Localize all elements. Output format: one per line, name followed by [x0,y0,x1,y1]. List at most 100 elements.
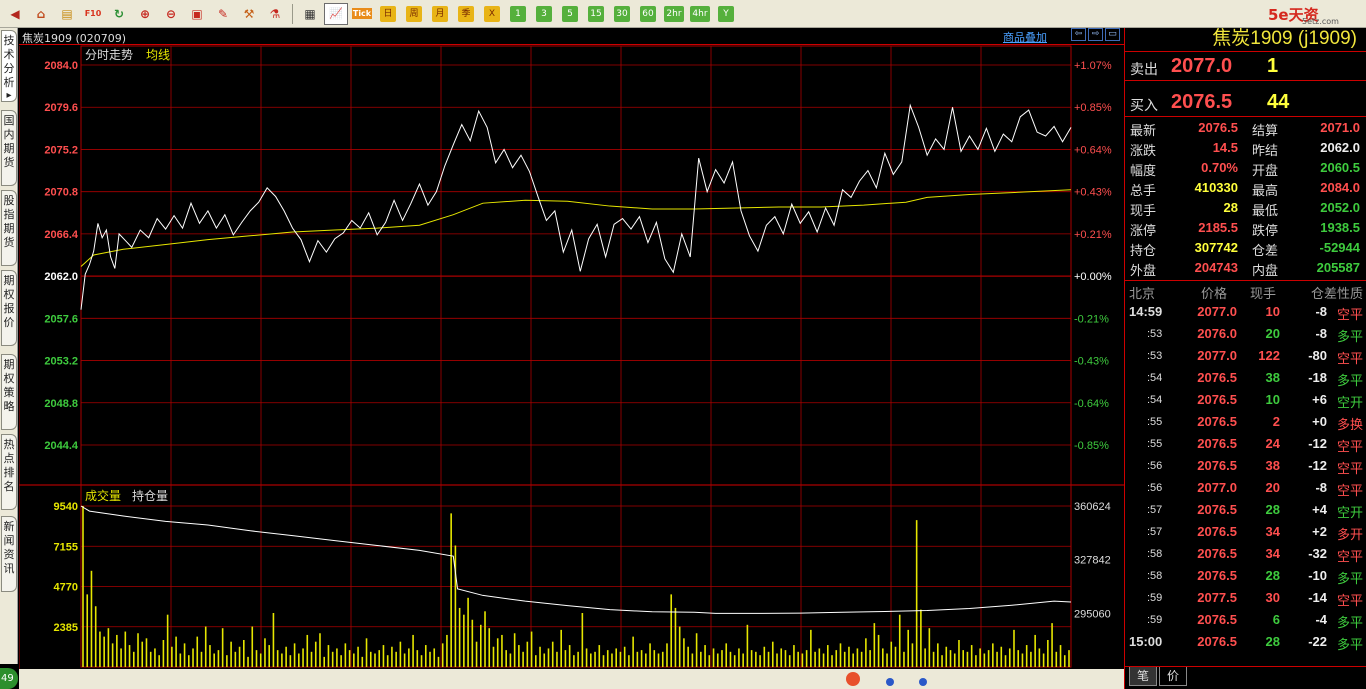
chart-view-button[interactable]: 📈 [324,2,348,25]
tick-row[interactable]: :55 2076.5 2 +0 多换 [1125,412,1366,434]
pct-tick-label: +0.64% [1074,144,1112,156]
period-30-button[interactable]: 30 [610,3,634,25]
tick-volume: 20 [1265,480,1280,495]
quote-panel: 焦炭1909 (j1909) 卖出 2077.0 1 买入 2076.5 44 … [1124,28,1366,689]
table-view-icon: ▦ [304,6,316,21]
period-3-button[interactable]: 3 [532,3,556,25]
stat-label: 总手 [1130,183,1157,198]
tick-nature: 空平 [1336,461,1363,476]
period-15-button[interactable]: 15 [584,3,608,25]
price-tick-label: 2084.0 [44,60,78,72]
filter-button[interactable]: ⚗ [263,3,287,25]
tick-oi-change: +2 [1312,524,1327,539]
intraday-chart[interactable]: 焦炭1909 (020709) 商品叠加 ⇦ ⇨ ▭ 2084.0 +1.07% 2… [19,28,1124,669]
tick-row[interactable]: :53 2076.0 20 -8 多平 [1125,324,1366,346]
f10-button[interactable]: F10 [81,3,105,25]
status-icon-blue-2[interactable] [919,678,927,686]
table-view-button[interactable]: ▦ [298,3,322,25]
tick-row[interactable]: :56 2077.0 20 -8 空平 [1125,478,1366,500]
tick-row[interactable]: :55 2076.5 24 -12 空平 [1125,434,1366,456]
period-5-button[interactable]: 5 [558,3,582,25]
zoom-in-button[interactable]: ⊕ [133,3,157,25]
tick-row[interactable]: :57 2076.5 28 +4 空开 [1125,500,1366,522]
back-button[interactable]: ◀ [3,3,27,25]
tick-price: 2076.5 [1197,524,1237,539]
tick-row[interactable]: :58 2076.5 34 -32 空平 [1125,544,1366,566]
chart-canvas: 2084.0 +1.07% 2079.6 +0.85% 2075.2 +0.64% 2070… [19,45,1124,669]
tick-nature: 多平 [1336,373,1363,388]
tick-time: :58 [1147,570,1163,582]
stat-value: 205587 [1316,260,1360,275]
period-chip: X [484,5,500,22]
tick-row[interactable]: :57 2076.5 34 +2 多开 [1125,522,1366,544]
tick-row[interactable]: :58 2076.5 28 -10 多平 [1125,566,1366,588]
period-日-button[interactable]: 日 [376,3,400,25]
period-周-button[interactable]: 周 [402,3,426,25]
tick-row[interactable]: 14:59 2077.0 10 -8 空平 [1125,302,1366,324]
tick-row[interactable]: :59 2076.5 6 -4 多平 [1125,610,1366,632]
tick-time: :56 [1147,460,1163,472]
ticks-tab-0[interactable]: 笔 [1129,667,1157,686]
layers-button[interactable]: ▤ [55,3,79,25]
tick-price: 2076.5 [1197,436,1237,451]
home-button[interactable]: ⌂ [29,3,53,25]
tick-volume: 10 [1265,392,1280,407]
side-tab-0[interactable]: 技术分析 ▸ [1,30,17,102]
pct-tick-label: +0.21% [1074,229,1112,241]
tools-button[interactable]: ⚒ [237,3,261,25]
tick-row[interactable]: 15:00 2076.5 28 -22 多平 [1125,632,1366,654]
tick-price: 2077.0 [1197,304,1237,319]
pct-tick-label: +0.85% [1074,102,1112,114]
price-tick-label: 2066.4 [44,229,79,241]
tick-volume: 28 [1265,634,1280,649]
windows-button[interactable]: ▣ [185,3,209,25]
side-tab-1[interactable]: 国内期货 [1,110,17,186]
tick-row[interactable]: :53 2077.0 122 -80 空平 [1125,346,1366,368]
period-月-button[interactable]: 月 [428,3,452,25]
period-X-button[interactable]: X [480,3,504,25]
ticks-tab-1[interactable]: 价 [1159,667,1187,686]
status-icon-orange[interactable] [846,672,860,686]
tick-oi-change: -8 [1315,326,1327,341]
stat-value: 0.70% [1201,160,1238,175]
draw-pen-button[interactable]: ✎ [211,3,235,25]
ticks-header-price: 价格 [1201,286,1228,301]
period-季-button[interactable]: 季 [454,3,478,25]
period-4hr-button[interactable]: 4hr [688,3,712,25]
volume-tick-label: 4770 [54,582,78,594]
zoom-out-button[interactable]: ⊖ [159,3,183,25]
filter-icon: ⚗ [269,6,281,21]
tick-price: 2076.0 [1197,326,1237,341]
side-tab-5[interactable]: 热点排名 [1,434,17,510]
quote-stat-row: 幅度 0.70% 开盘 2060.5 [1125,159,1366,179]
tick-row[interactable]: :54 2076.5 38 -18 多平 [1125,368,1366,390]
tick-price: 2077.0 [1197,480,1237,495]
period-1-button[interactable]: 1 [506,3,530,25]
period-60-button[interactable]: 60 [636,3,660,25]
tick-volume: 2 [1272,414,1280,429]
tick-oi-change: -12 [1308,436,1327,451]
tick-row[interactable]: :56 2076.5 38 -12 空平 [1125,456,1366,478]
side-tab-2[interactable]: 股指期货 [1,190,17,266]
refresh-button[interactable]: ↻ [107,3,131,25]
side-tab-label: 国内期货 [3,114,15,169]
tick-row[interactable]: :59 2077.5 30 -14 空平 [1125,588,1366,610]
tick-time: :55 [1147,438,1163,450]
avg-line-label: 均线 [146,48,170,62]
tick-oi-change: +0 [1312,414,1327,429]
side-tab-6[interactable]: 新闻资讯 [1,516,17,592]
tick-nature: 多平 [1336,329,1363,344]
tick-button[interactable]: Tick [350,3,374,25]
period-chip: 30 [614,5,630,22]
volume-tick-label: 7155 [54,541,78,553]
draw-pen-icon: ✎ [217,6,229,21]
period-Y-button[interactable]: Y [714,3,738,25]
stat-label: 仓差 [1252,243,1279,258]
side-tab-4[interactable]: 期权策略 [1,354,17,430]
period-2hr-button[interactable]: 2hr [662,3,686,25]
side-tab-3[interactable]: 期权报价 [1,270,17,346]
price-panel-label: 分时走势 [85,48,133,62]
tick-row[interactable]: :54 2076.5 10 +6 空开 [1125,390,1366,412]
status-icon-blue[interactable] [886,678,894,686]
ticks-header: 北京 价格 现手 仓差 性质 [1125,282,1366,302]
